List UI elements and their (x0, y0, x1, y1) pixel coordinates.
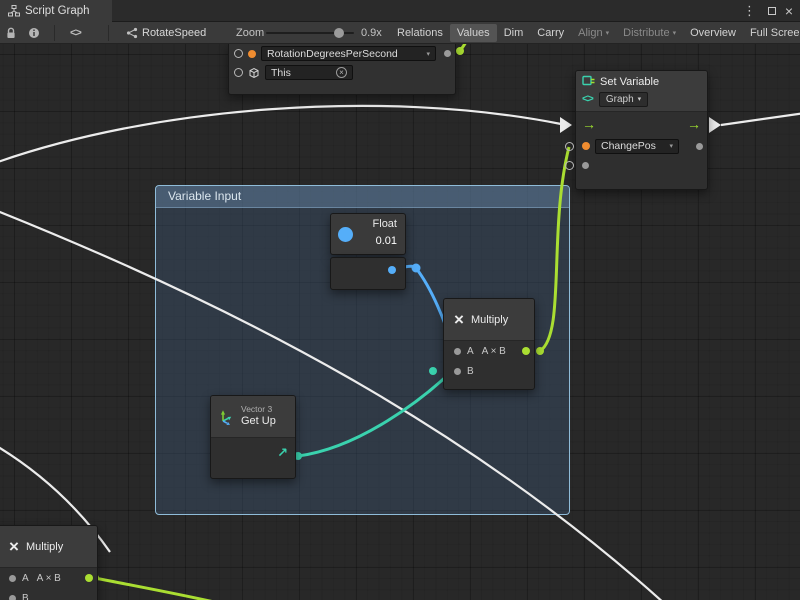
input-b-label: B (22, 593, 29, 600)
group-header[interactable]: Variable Input (156, 186, 569, 208)
window-close-icon[interactable]: × (785, 0, 793, 22)
target-port-ring[interactable] (234, 68, 243, 77)
input-b-port[interactable] (454, 368, 461, 375)
node-subtitle: Vector 3 (241, 405, 276, 415)
script-graph-window: Variable Input RotationDegre (0, 0, 800, 600)
node-title: Multiply (471, 314, 508, 326)
graph-name-label: RotateSpeed (142, 22, 206, 44)
variable-name-dropdown[interactable]: ChangePos ▾ (595, 139, 679, 154)
multiply-icon: × (9, 538, 19, 555)
clear-target-icon[interactable]: × (336, 67, 347, 78)
graph-toolbar: <> RotateSpeed Zoom 0.9x Relations Value… (0, 22, 800, 44)
set-variable-node[interactable]: Set Variable <> Graph ▾ → → ChangePos ▾ (575, 70, 708, 190)
variable-name-label: ChangePos (601, 140, 656, 152)
tab-label: Script Graph (25, 5, 90, 17)
lock-icon[interactable] (5, 22, 17, 44)
flow-out-port[interactable]: → (687, 117, 701, 131)
zoom-slider-handle[interactable] (334, 28, 344, 38)
vector3-get-up-node[interactable]: Vector 3 Get Up ↗ (210, 395, 296, 479)
flow-in-port[interactable]: → (582, 117, 596, 131)
graph-breadcrumb-icon (126, 22, 138, 44)
node-title: Float (373, 218, 397, 230)
float-node[interactable]: Float 0.01 (330, 213, 406, 255)
variable-name-label: RotationDegreesPerSecond (267, 48, 398, 60)
group-title: Variable Input (168, 189, 241, 203)
target-field[interactable]: This × (265, 65, 353, 80)
full-screen-button[interactable]: Full Screen (743, 24, 800, 42)
output-port[interactable] (522, 347, 530, 355)
output-port[interactable] (85, 574, 93, 582)
code-preview-icon[interactable]: <> (70, 22, 81, 44)
float-value-field[interactable]: 0.01 (376, 235, 397, 247)
relations-button[interactable]: Relations (390, 24, 450, 42)
zoom-value: 0.9x (361, 22, 382, 44)
float-type-icon (338, 227, 353, 242)
tab-script-graph[interactable]: Script Graph (0, 0, 112, 22)
info-icon[interactable] (28, 22, 40, 44)
output-label: A × B (37, 573, 61, 584)
distribute-button[interactable]: Distribute ▾ (616, 24, 683, 42)
variable-output-port-ring[interactable] (234, 49, 243, 58)
script-graph-icon (8, 5, 20, 17)
multiply-node-2[interactable]: × Multiply A A × B B (0, 525, 98, 600)
output-label: A × B (482, 346, 506, 357)
input-a-label: A (22, 573, 29, 584)
overview-button[interactable]: Overview (683, 24, 743, 42)
carry-button[interactable]: Carry (530, 24, 571, 42)
toolbar-separator (108, 25, 109, 41)
input-b-port[interactable] (9, 595, 16, 600)
variable-kind-icon: <> (582, 93, 593, 105)
window-maximize-icon[interactable] (768, 0, 776, 22)
caret-icon: ▾ (421, 50, 430, 58)
vector-output-port[interactable]: ↗ (277, 445, 288, 461)
caret-icon: ▾ (606, 29, 610, 37)
toolbar-separator (54, 25, 55, 41)
dim-button[interactable]: Dim (497, 24, 531, 42)
values-button[interactable]: Values (450, 24, 497, 42)
caret-icon: ▾ (664, 142, 673, 150)
input-a-label: A (467, 346, 474, 357)
value-port-ring-2[interactable] (565, 161, 574, 170)
caret-icon: ▾ (673, 29, 677, 37)
align-button[interactable]: Align ▾ (571, 24, 616, 42)
variable-name-dropdown[interactable]: RotationDegreesPerSecond ▾ (261, 46, 436, 61)
titlebar: Script Graph ⋮ × (0, 0, 800, 22)
vector3-icon (217, 408, 235, 426)
value-input-port-ring[interactable] (565, 142, 574, 151)
multiply-icon: × (454, 311, 464, 328)
caret-icon: ▾ (638, 95, 642, 103)
get-variable-node[interactable]: RotationDegreesPerSecond ▾ This × (228, 44, 456, 95)
float-output-port[interactable] (388, 266, 396, 274)
value-output-dot[interactable] (696, 143, 703, 150)
node-title: Multiply (26, 541, 63, 553)
variable-port-dot[interactable] (582, 142, 590, 150)
node-title: Set Variable (600, 76, 659, 88)
input-a-port[interactable] (454, 348, 461, 355)
set-variable-icon (582, 75, 595, 88)
zoom-label: Zoom (236, 22, 264, 44)
cube-icon (248, 67, 260, 79)
float-node-ports[interactable] (330, 257, 406, 290)
zoom-slider[interactable] (266, 32, 354, 34)
variable-port-dot[interactable] (248, 50, 256, 58)
multiply-node[interactable]: × Multiply A A × B B (443, 298, 535, 390)
input-b-label: B (467, 366, 474, 377)
window-menu-icon[interactable]: ⋮ (743, 0, 756, 22)
value-output-dot[interactable] (444, 50, 451, 57)
input-a-port[interactable] (9, 575, 16, 582)
target-label: This (271, 67, 291, 79)
node-title: Get Up (241, 415, 276, 428)
value-input-dot[interactable] (582, 162, 589, 169)
variable-scope-dropdown[interactable]: Graph ▾ (599, 92, 648, 107)
